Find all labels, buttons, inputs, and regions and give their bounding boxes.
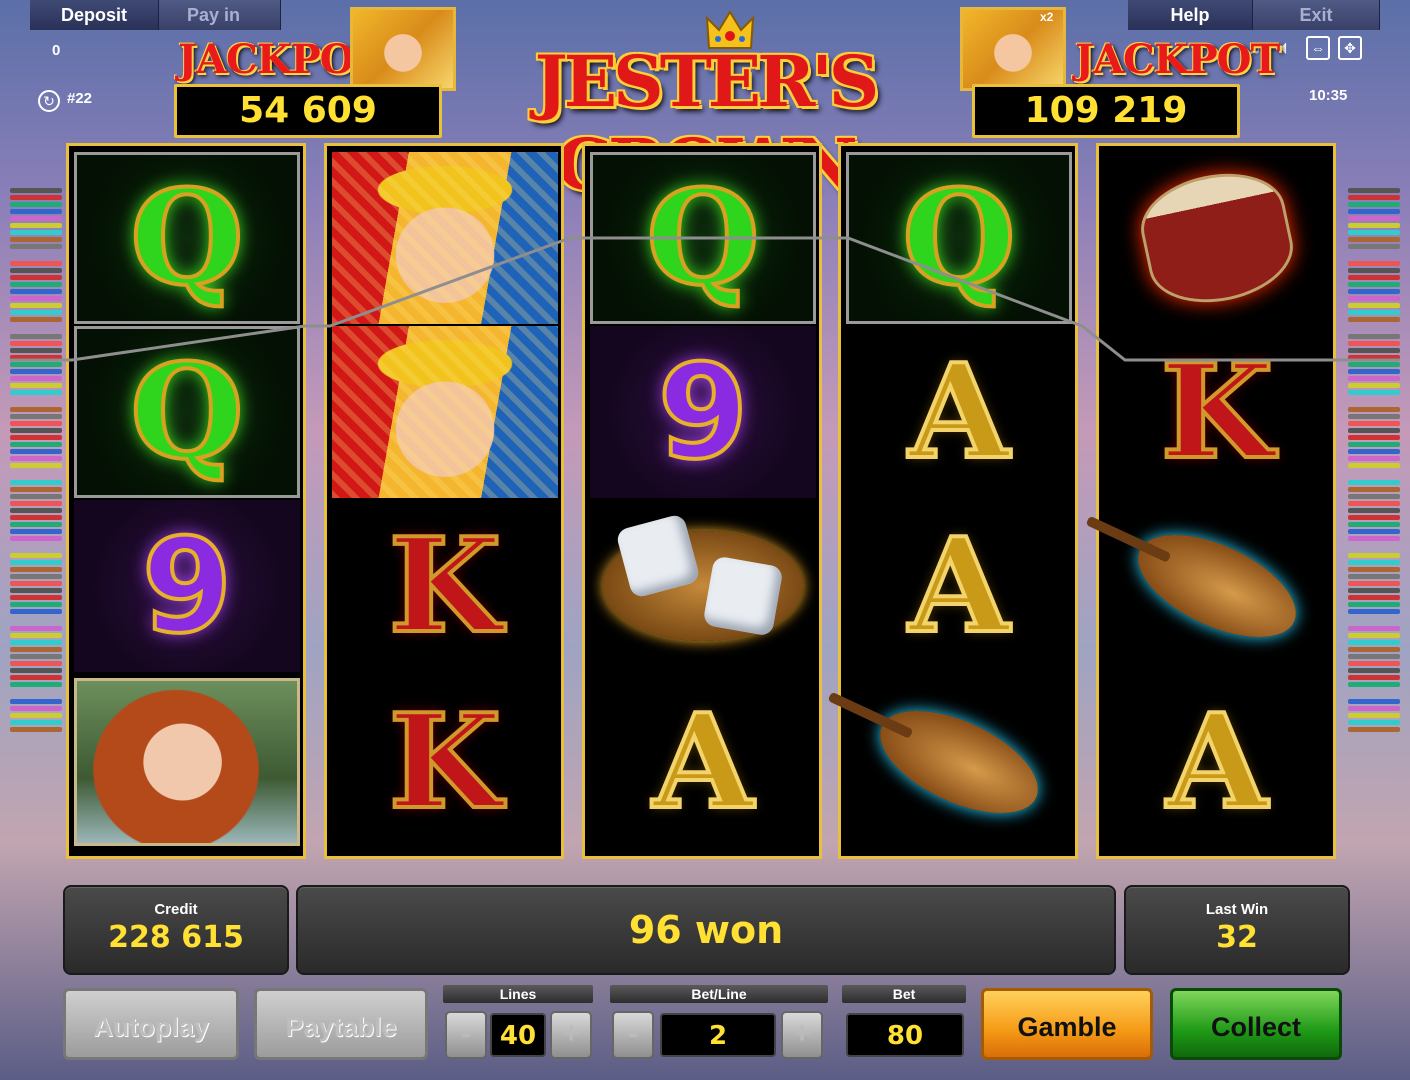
collect-button[interactable]: Collect	[1170, 988, 1342, 1060]
lines-minus-button[interactable]: -	[445, 1011, 487, 1059]
last-win-panel: Last Win 32	[1124, 885, 1350, 975]
credit-value: 228 615	[108, 920, 244, 955]
bet-value: 80	[846, 1013, 964, 1057]
win-message: 96 won	[628, 908, 784, 952]
bet-line-value: 2	[660, 1013, 776, 1057]
autoplay-button[interactable]: Autoplay	[63, 988, 239, 1060]
lines-plus-button[interactable]: +	[550, 1011, 592, 1059]
gamble-button[interactable]: Gamble	[981, 988, 1153, 1060]
bet-label: Bet	[842, 985, 966, 1003]
message-panel: 96 won	[296, 885, 1116, 975]
last-win-label: Last Win	[1205, 901, 1269, 918]
credit-panel: Credit 228 615	[63, 885, 289, 975]
bet-line-label: Bet/Line	[610, 985, 828, 1003]
credit-label: Credit	[154, 901, 198, 918]
bet-line-minus-button[interactable]: -	[612, 1011, 654, 1059]
paytable-button[interactable]: Paytable	[254, 988, 428, 1060]
lines-label: Lines	[443, 985, 593, 1003]
last-win-value: 32	[1216, 920, 1258, 955]
lines-value: 40	[490, 1013, 546, 1057]
bet-line-plus-button[interactable]: +	[781, 1011, 823, 1059]
